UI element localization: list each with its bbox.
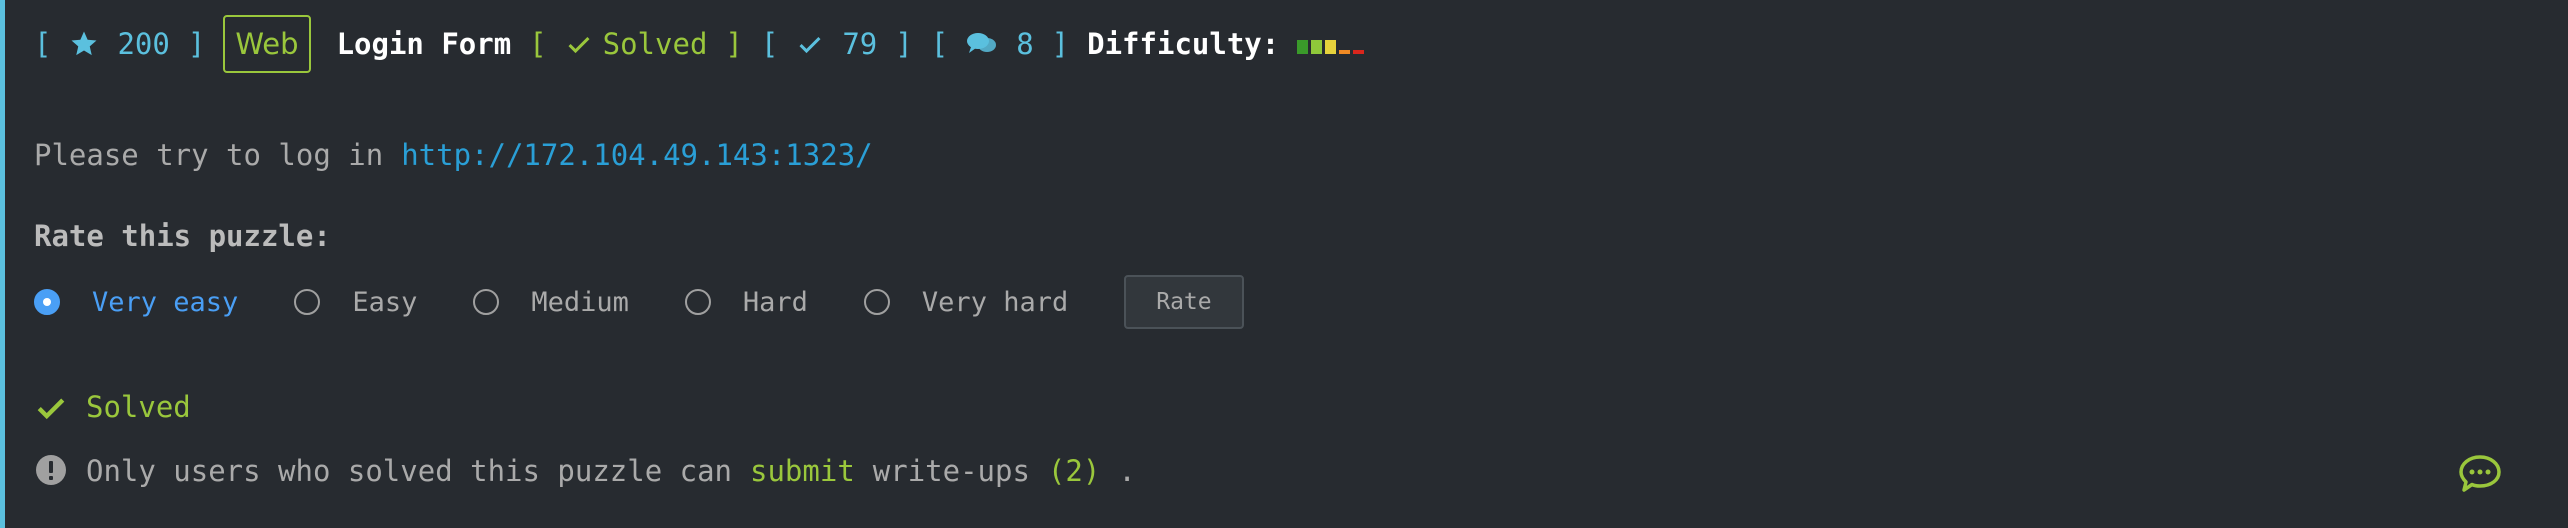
writeups-count-link[interactable]: (2)	[1048, 454, 1100, 488]
rating-option-medium[interactable]: Medium	[473, 287, 629, 318]
left-accent-bar	[0, 0, 5, 528]
writeups-text: write-ups	[872, 454, 1030, 488]
category-tag[interactable]: Web	[223, 15, 311, 73]
rate-button[interactable]: Rate	[1124, 275, 1244, 329]
rating-option-label[interactable]: Very hard	[922, 287, 1068, 318]
difficulty-label: Difficulty:	[1087, 27, 1280, 61]
difficulty-bar	[1311, 40, 1323, 54]
solves-count: 79	[842, 27, 878, 61]
check-icon	[565, 30, 593, 58]
rate-title: Rate this puzzle:	[34, 216, 331, 256]
difficulty-bar	[1325, 40, 1337, 54]
bracket: [	[34, 27, 52, 61]
comments-count[interactable]: 8	[1016, 27, 1033, 61]
puzzle-header: [ 200 ] Web Login Form [ Solved ] [ 79 ]…	[34, 14, 1365, 74]
puzzle-description: Please try to log in http://172.104.49.1…	[34, 135, 873, 175]
exclamation-icon	[34, 453, 70, 489]
points-value: 200	[117, 27, 170, 61]
radio-button[interactable]	[684, 289, 711, 315]
comments-icon[interactable]	[966, 30, 998, 58]
radio-button[interactable]	[473, 289, 500, 315]
radio-button[interactable]	[863, 289, 890, 315]
rating-option-label[interactable]: Easy	[352, 287, 417, 318]
radio-button-checked[interactable]	[34, 289, 60, 315]
bracket: ]	[895, 27, 913, 61]
star-icon	[69, 29, 99, 59]
rating-option-label[interactable]: Very easy	[92, 287, 238, 318]
bracket: [	[930, 27, 949, 61]
rating-options: Very easy Easy Medium Hard Very hard Rat…	[34, 275, 1244, 329]
puzzle-title: Login Form	[336, 27, 512, 61]
status-label: Solved	[602, 27, 708, 61]
bracket: ]	[187, 27, 206, 61]
rate-heading: Rate this puzzle:	[34, 219, 331, 253]
bracket: ]	[725, 27, 743, 61]
chat-icon[interactable]	[2458, 454, 2502, 494]
rating-option-label[interactable]: Hard	[743, 287, 808, 318]
rating-option-very-hard[interactable]: Very hard	[863, 287, 1068, 318]
rating-option-hard[interactable]: Hard	[684, 287, 808, 318]
solved-status: Solved	[34, 386, 191, 428]
writeup-notice: Only users who solved this puzzle can su…	[34, 450, 1136, 492]
description-text: Please try to log in	[34, 138, 384, 172]
rating-option-label[interactable]: Medium	[531, 287, 629, 318]
difficulty-meter	[1297, 34, 1365, 54]
difficulty-bar	[1353, 50, 1365, 54]
notice-period: .	[1118, 454, 1136, 488]
bracket: ]	[1051, 27, 1070, 61]
submit-link[interactable]: submit	[750, 454, 855, 488]
bracket: [	[529, 27, 547, 61]
rating-option-easy[interactable]: Easy	[294, 287, 417, 318]
solved-label: Solved	[86, 390, 191, 424]
notice-text: Only users who solved this puzzle can	[86, 454, 733, 488]
rating-option-very-easy[interactable]: Very easy	[34, 287, 238, 318]
bracket: [	[760, 27, 779, 61]
difficulty-bar	[1297, 40, 1309, 54]
challenge-link[interactable]: http://172.104.49.143:1323/	[401, 138, 872, 172]
solves-check-icon	[796, 30, 824, 58]
radio-button[interactable]	[294, 289, 321, 315]
difficulty-bar	[1339, 50, 1351, 54]
check-icon	[34, 390, 68, 424]
